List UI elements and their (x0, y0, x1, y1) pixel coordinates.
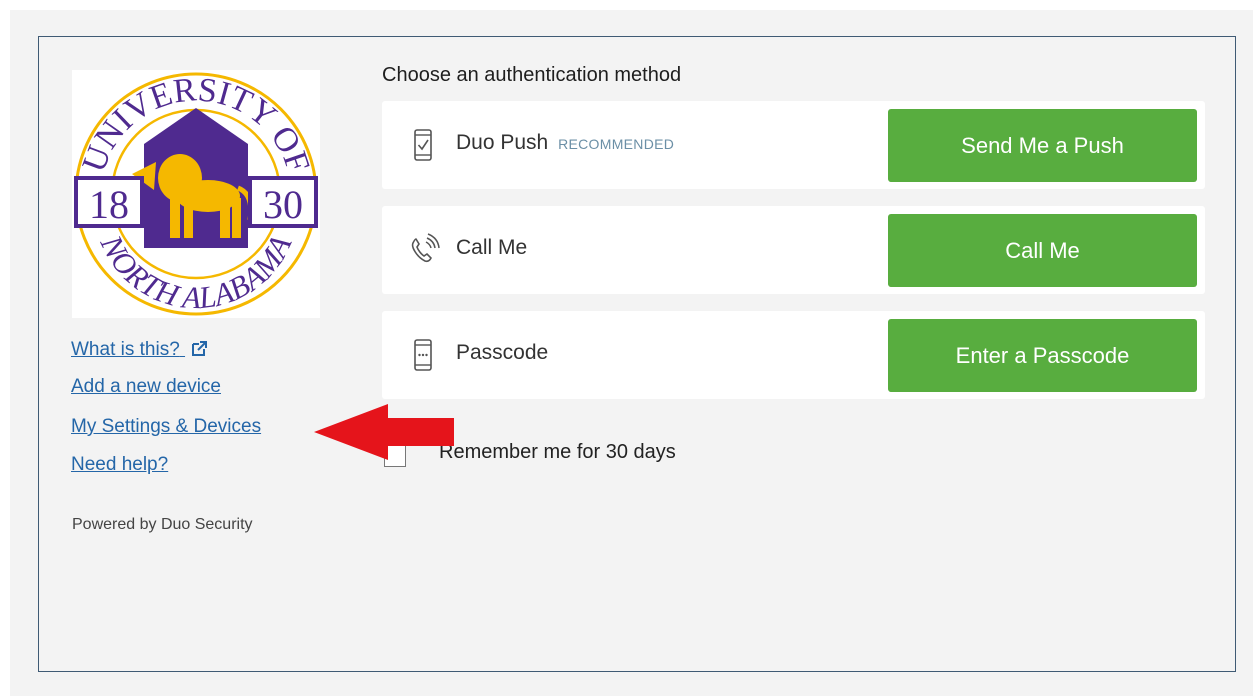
duo-push-text: Duo Push (456, 131, 549, 154)
remember-me-label: Remember me for 30 days (439, 441, 676, 463)
add-new-device-link[interactable]: Add a new device (71, 376, 221, 398)
passcode-label: Passcode (456, 341, 549, 364)
send-push-button[interactable]: Send Me a Push (888, 109, 1197, 182)
enter-passcode-button[interactable]: Enter a Passcode (888, 319, 1197, 392)
my-settings-devices-link[interactable]: My Settings & Devices (71, 416, 261, 438)
external-link-icon (191, 341, 208, 363)
call-me-button[interactable]: Call Me (888, 214, 1197, 287)
university-logo: UNIVERSITY OF NORTH ALABAMA 18 30 (72, 70, 320, 318)
auth-method-heading: Choose an authentication method (382, 64, 682, 86)
seal-year-right: 30 (263, 182, 303, 227)
passcode-row: Passcode Enter a Passcode (382, 311, 1205, 399)
powered-by-text: Powered by Duo Security (72, 516, 253, 533)
what-is-this-link[interactable]: What is this? (71, 339, 208, 363)
call-me-label: Call Me (456, 236, 528, 259)
what-is-this-label: What is this? (71, 339, 180, 360)
duo-push-row: Duo Push RECOMMENDED Send Me a Push (382, 101, 1205, 189)
need-help-link[interactable]: Need help? (71, 454, 168, 476)
phone-check-icon (407, 128, 439, 162)
university-seal-icon: UNIVERSITY OF NORTH ALABAMA 18 30 (74, 71, 318, 316)
recommended-badge: RECOMMENDED (558, 136, 675, 152)
call-me-row: Call Me Call Me (382, 206, 1205, 294)
duo-push-label: Duo Push RECOMMENDED (456, 131, 674, 155)
passcode-device-icon (407, 338, 439, 372)
phone-call-icon (407, 233, 440, 267)
red-arrow-icon (314, 404, 454, 467)
seal-year-left: 18 (89, 182, 129, 227)
